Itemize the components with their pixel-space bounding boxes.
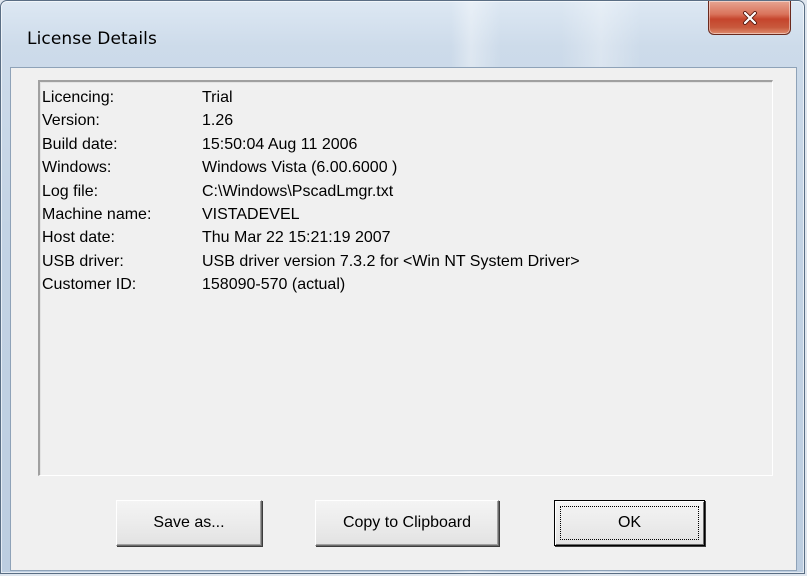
detail-row-customer-id: Customer ID: 158090-570 (actual) <box>40 276 772 299</box>
detail-label: Licencing: <box>42 89 115 106</box>
detail-label: Log file: <box>42 182 99 200</box>
detail-label: USB driver: <box>42 252 124 270</box>
detail-row-machine-name: Machine name: VISTADEVEL <box>40 206 772 229</box>
detail-label: Host date: <box>42 229 115 247</box>
detail-row-usb-driver: USB driver: USB driver version 7.3.2 for… <box>40 253 772 276</box>
detail-value: 15:50:04 Aug 11 2006 <box>202 135 358 153</box>
close-button[interactable] <box>708 1 791 35</box>
detail-value: USB driver version 7.3.2 for <Win NT Sys… <box>202 252 580 270</box>
detail-row-build-date: Build date: 15:50:04 Aug 11 2006 <box>40 136 772 159</box>
dialog-client-area: Licencing: Trial Version: 1.26 Build dat… <box>10 67 797 571</box>
detail-value: VISTADEVEL <box>202 205 300 223</box>
detail-value: 1.26 <box>202 112 234 130</box>
detail-label: Version: <box>42 112 100 130</box>
ok-button-label: OK <box>617 514 642 531</box>
detail-row-log-file: Log file: C:\Windows\PscadLmgr.txt <box>40 183 772 206</box>
detail-value: Trial <box>202 89 233 106</box>
detail-label: Windows: <box>42 159 112 177</box>
window-title: License Details <box>27 29 157 49</box>
detail-label: Build date: <box>42 135 118 153</box>
close-icon <box>742 10 757 25</box>
save-as-button[interactable]: Save as... <box>116 500 262 546</box>
detail-value: Thu Mar 22 15:21:19 2007 <box>202 229 391 247</box>
copy-to-clipboard-button[interactable]: Copy to Clipboard <box>315 500 499 546</box>
detail-row-windows: Windows: Windows Vista (6.00.6000 ) <box>40 159 772 182</box>
license-details-window: License Details Licencing: Trial Version… <box>0 0 805 574</box>
detail-row-licencing: Licencing: Trial <box>40 89 772 112</box>
detail-label: Customer ID: <box>42 276 137 294</box>
detail-value: 158090-570 (actual) <box>202 276 346 294</box>
license-info-panel: Licencing: Trial Version: 1.26 Build dat… <box>38 80 773 476</box>
detail-value: Windows Vista (6.00.6000 ) <box>202 159 398 177</box>
detail-label: Machine name: <box>42 205 152 223</box>
detail-row-version: Version: 1.26 <box>40 112 772 135</box>
ok-button[interactable]: OK <box>554 500 705 546</box>
detail-row-host-date: Host date: Thu Mar 22 15:21:19 2007 <box>40 229 772 252</box>
detail-value: C:\Windows\PscadLmgr.txt <box>202 182 394 200</box>
